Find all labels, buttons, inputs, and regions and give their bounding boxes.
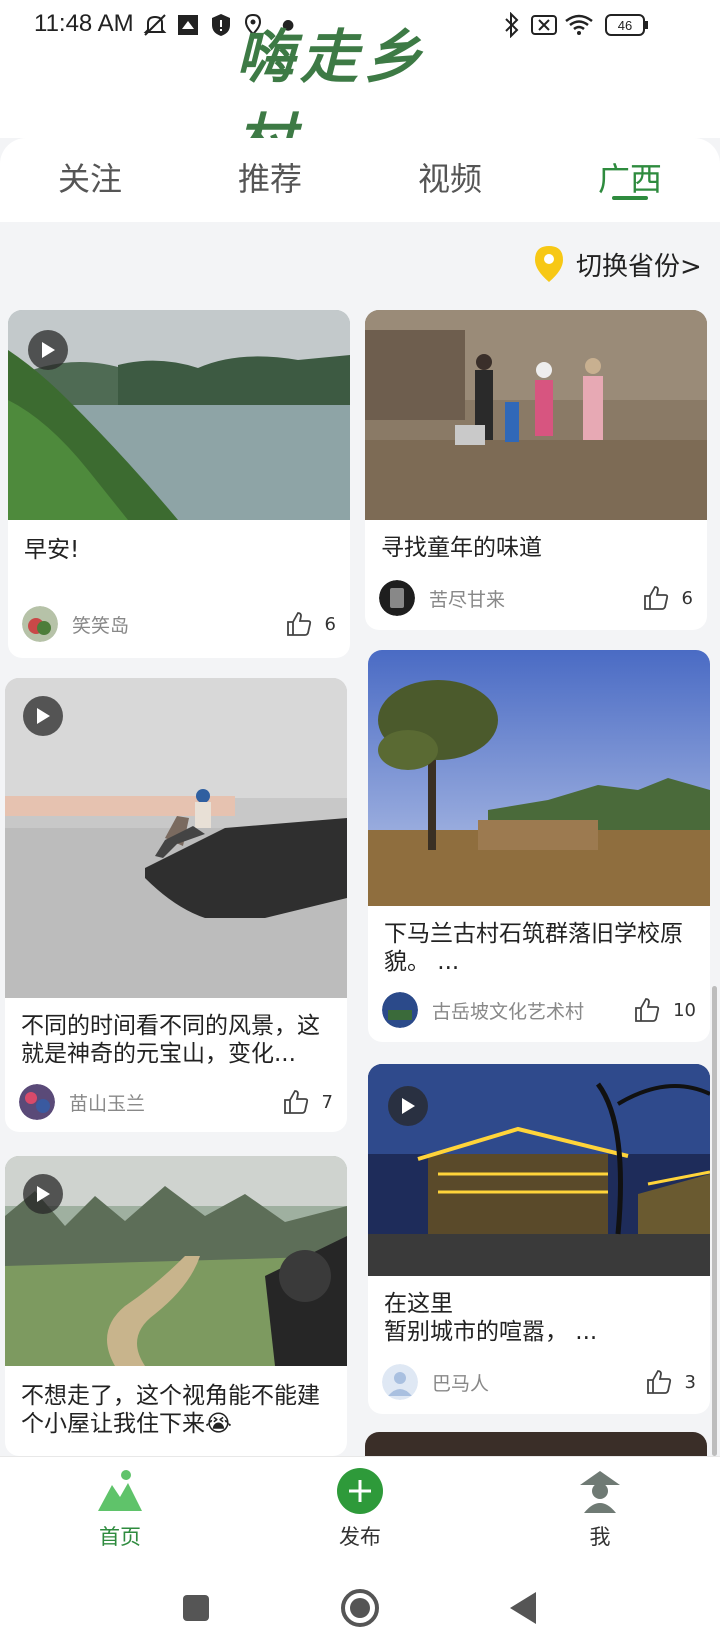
- app-logo: 嗨走乡村: [236, 23, 429, 175]
- tab-video[interactable]: 视频: [418, 154, 482, 200]
- notification-icon: [176, 12, 200, 38]
- card-meta: 苗山玉兰 7: [19, 1082, 333, 1122]
- shield-icon: [210, 12, 232, 38]
- like-count: 7: [321, 1091, 333, 1113]
- card-meta: 古岳坡文化艺术村 10: [382, 990, 696, 1030]
- nav-me[interactable]: 我: [540, 1467, 660, 1551]
- feed-card[interactable]: 不想走了，这个视角能不能建个小屋让我住下来😭: [5, 1156, 347, 1456]
- play-icon[interactable]: [28, 330, 68, 370]
- tab-recommended[interactable]: 推荐: [238, 154, 302, 200]
- status-time: 11:48 AM: [34, 10, 134, 37]
- card-title: 在这里 暂别城市的喧嚣， ...: [384, 1291, 598, 1345]
- switch-province-label: 切换省份>: [576, 251, 702, 282]
- tab-guangxi[interactable]: 广西: [598, 154, 662, 200]
- recent-apps-icon[interactable]: [182, 1594, 210, 1622]
- play-icon[interactable]: [23, 1174, 63, 1214]
- play-icon[interactable]: [388, 1086, 428, 1126]
- like-thumb-icon[interactable]: [282, 1088, 310, 1116]
- feed-card[interactable]: 下马兰古村石筑群落旧学校原貌。 ... 古岳坡文化艺术村 10: [368, 650, 710, 1042]
- feed-card[interactable]: 寻找童年的味道 苦尽甘来 6: [365, 310, 707, 630]
- avatar: [382, 992, 418, 1028]
- system-navigation-bar: [0, 1564, 720, 1650]
- sim-off-icon: [530, 12, 558, 38]
- card-title: 不同的时间看不同的风景，这就是神奇的元宝山，变化...: [21, 1013, 320, 1067]
- category-tabs: 关注 推荐 视频 广西: [0, 138, 720, 222]
- author-name[interactable]: 苦尽甘来: [429, 585, 642, 612]
- battery-level: 46: [618, 18, 632, 33]
- nav-publish[interactable]: 发布: [300, 1467, 420, 1551]
- avatar: [382, 1364, 418, 1400]
- avatar: [22, 606, 58, 642]
- battery-icon: 46: [604, 12, 650, 38]
- card-meta: 笑笑岛 6: [22, 604, 336, 644]
- card-title: 不想走了，这个视角能不能建个小屋让我住下来😭: [21, 1383, 320, 1437]
- feed-card[interactable]: 早安! 笑笑岛 6: [8, 310, 350, 658]
- like-count: 6: [324, 613, 336, 635]
- home-circle-icon[interactable]: [340, 1588, 380, 1628]
- like-count: 6: [681, 587, 693, 609]
- like-thumb-icon[interactable]: [642, 584, 670, 612]
- bottom-navigation: 首页 发布 我: [0, 1456, 720, 1565]
- tab-following[interactable]: 关注: [58, 154, 122, 200]
- avatar: [19, 1084, 55, 1120]
- nav-me-label: 我: [589, 1525, 611, 1549]
- avatar: [379, 580, 415, 616]
- like-count: 3: [684, 1371, 696, 1393]
- scrollbar[interactable]: [712, 986, 717, 1456]
- like-thumb-icon[interactable]: [285, 610, 313, 638]
- location-pin-icon: [535, 246, 563, 282]
- card-title: 早安!: [24, 537, 80, 563]
- wifi-icon: [564, 12, 594, 38]
- play-icon[interactable]: [23, 696, 63, 736]
- card-image-village-family: [365, 310, 707, 520]
- like-count: 10: [673, 999, 696, 1021]
- author-name[interactable]: 古岳坡文化艺术村: [432, 997, 633, 1024]
- nav-publish-label: 发布: [339, 1525, 381, 1549]
- back-icon[interactable]: [508, 1590, 538, 1626]
- mute-icon: [142, 12, 168, 38]
- card-meta: 苦尽甘来 6: [379, 578, 693, 618]
- nav-home[interactable]: 首页: [60, 1467, 180, 1551]
- card-image-tree-landscape: [368, 650, 710, 906]
- like-thumb-icon[interactable]: [645, 1368, 673, 1396]
- card-meta: 巴马人 3: [382, 1362, 696, 1402]
- bluetooth-icon: [502, 12, 522, 38]
- switch-province-button[interactable]: 切换省份>: [532, 244, 702, 284]
- profile-icon: [580, 1471, 620, 1513]
- author-name[interactable]: 巴马人: [432, 1369, 645, 1396]
- like-thumb-icon[interactable]: [633, 996, 661, 1024]
- author-name[interactable]: 笑笑岛: [72, 611, 285, 638]
- active-tab-indicator: [612, 196, 648, 200]
- home-mountain-icon: [98, 1470, 142, 1511]
- nav-home-label: 首页: [99, 1525, 141, 1549]
- author-name[interactable]: 苗山玉兰: [69, 1089, 282, 1116]
- feed-card[interactable]: 在这里 暂别城市的喧嚣， ... 巴马人 3: [368, 1064, 710, 1414]
- card-title: 下马兰古村石筑群落旧学校原貌。 ...: [384, 921, 683, 975]
- plus-circle-icon: [337, 1468, 383, 1514]
- app-header: 嗨走乡村: [0, 23, 720, 175]
- card-title: 寻找童年的味道: [381, 535, 542, 561]
- feed-card[interactable]: 不同的时间看不同的风景，这就是神奇的元宝山，变化... 苗山玉兰 7: [5, 678, 347, 1132]
